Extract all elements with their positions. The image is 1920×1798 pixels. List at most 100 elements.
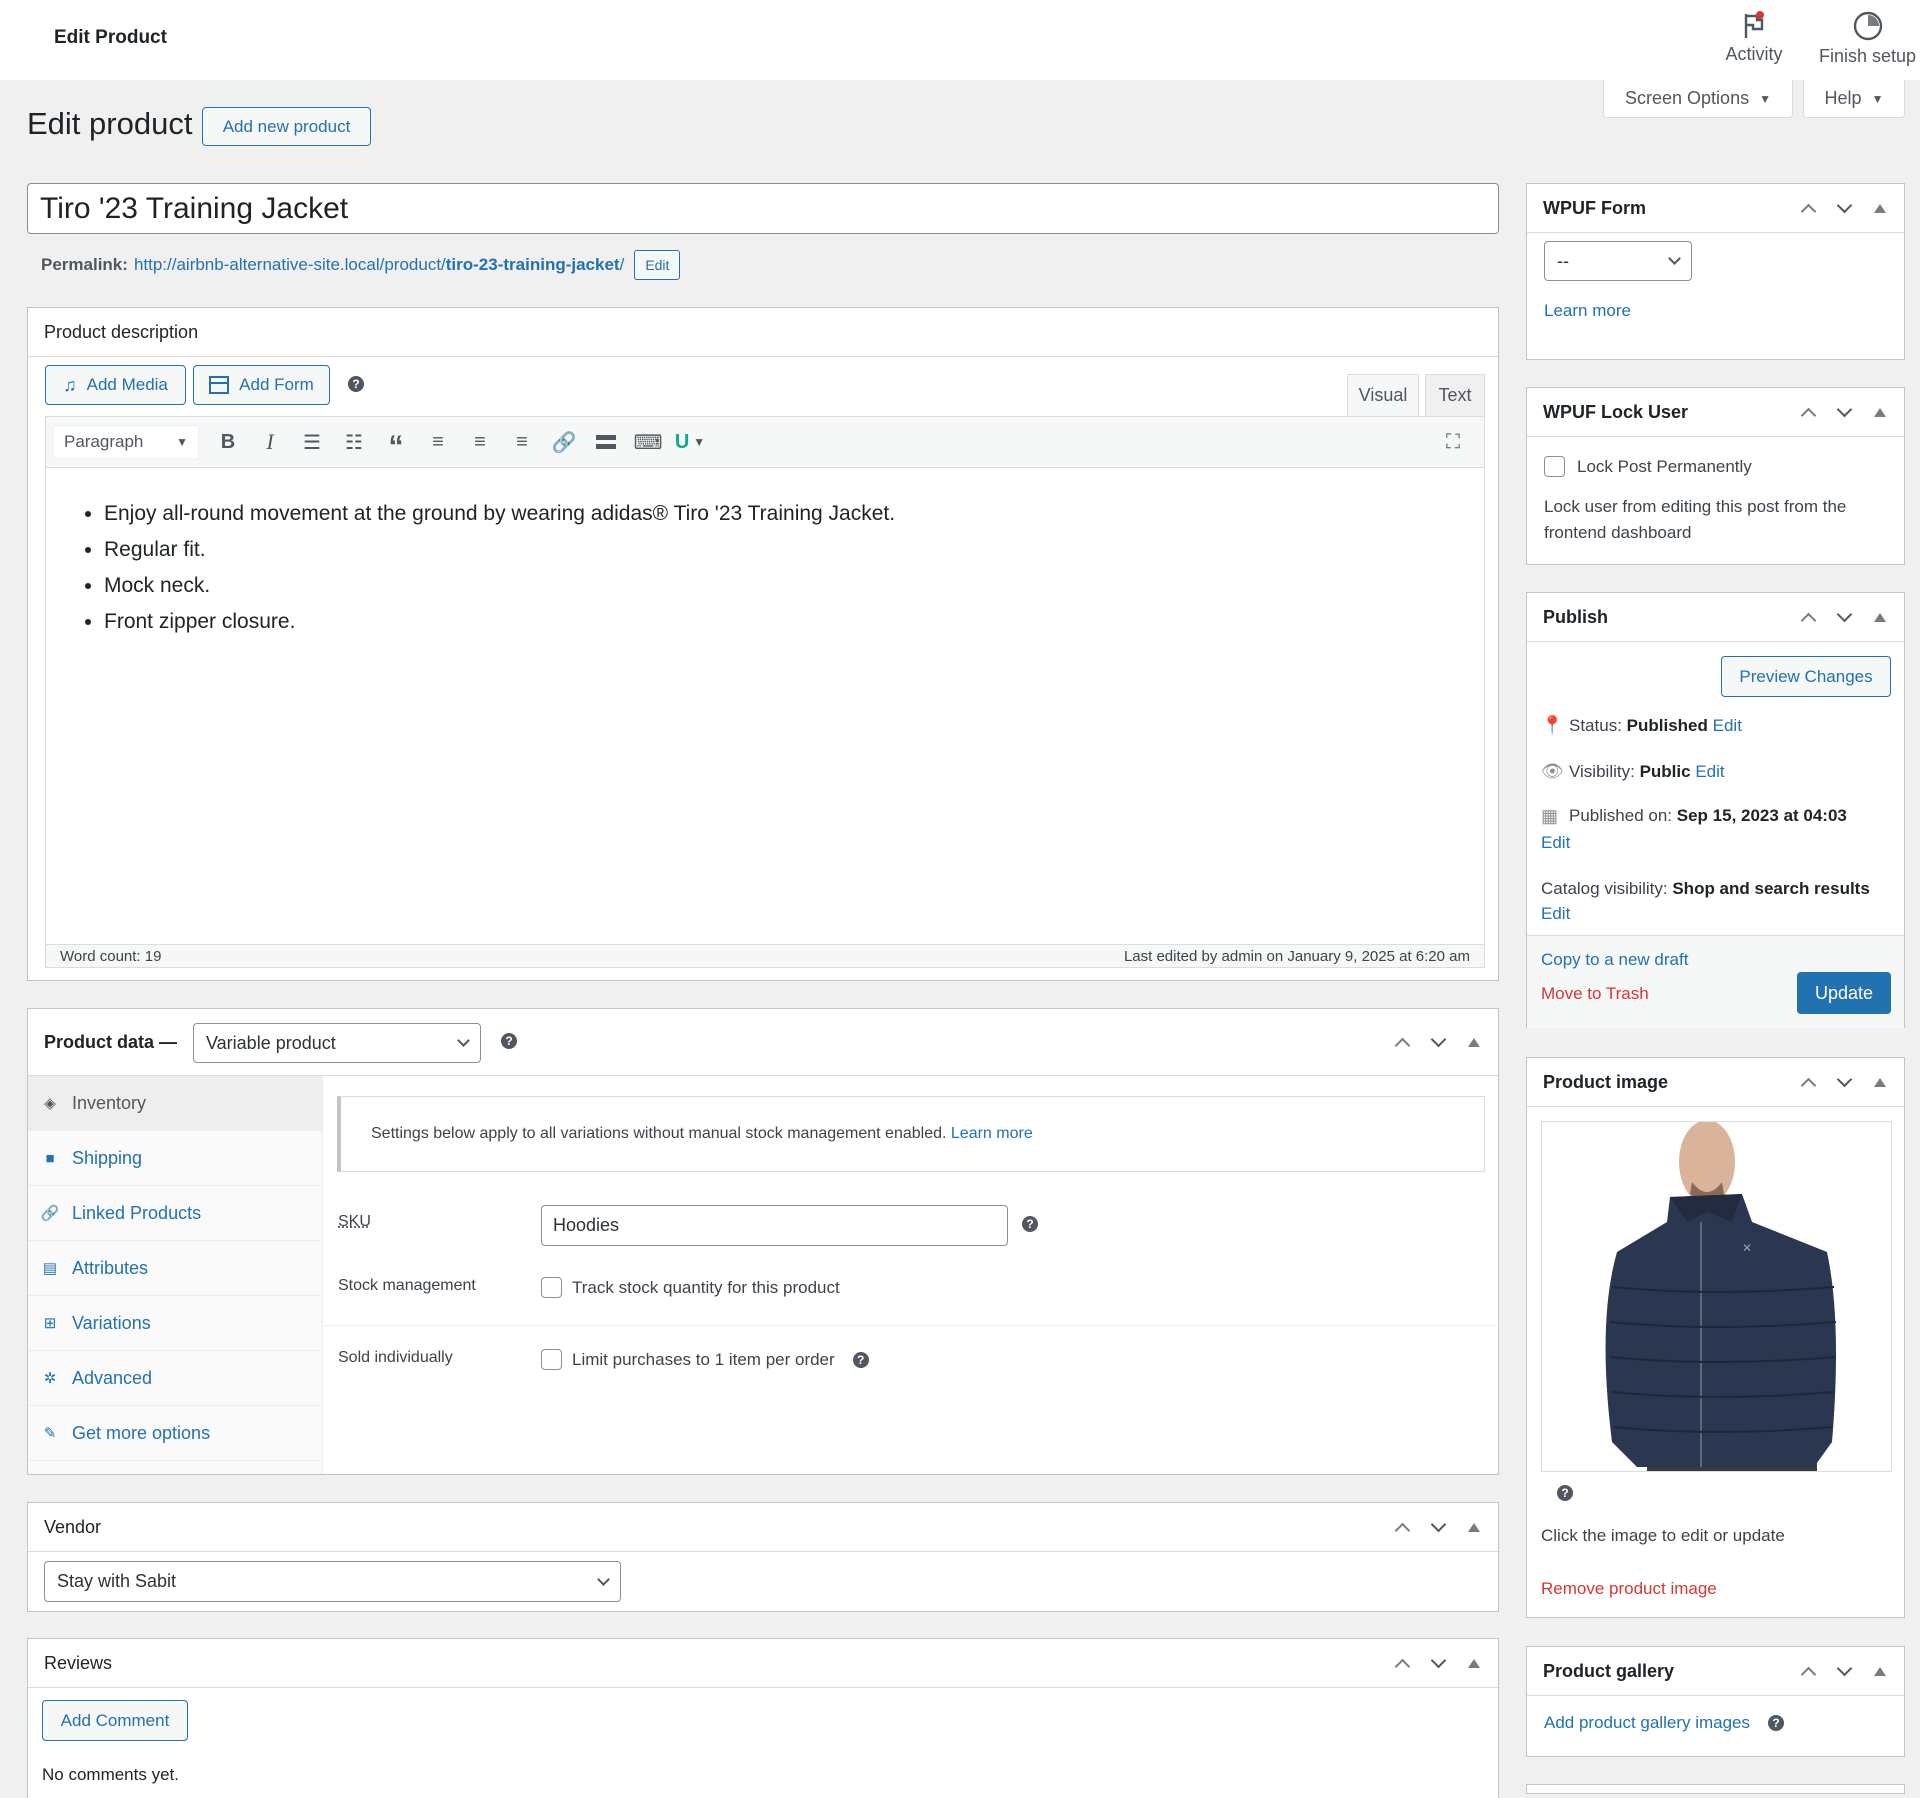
editor-content[interactable]: Enjoy all-round movement at the ground b… bbox=[45, 468, 1485, 944]
move-down-button[interactable] bbox=[1428, 1516, 1448, 1538]
tab-visual[interactable]: Visual bbox=[1347, 374, 1419, 416]
box-controls bbox=[1392, 1503, 1484, 1552]
visibility-row: 👁 Visibility: Public Edit bbox=[1541, 761, 1725, 782]
toggle-panel-button[interactable] bbox=[1870, 199, 1890, 219]
format-select[interactable]: Paragraph ▼ bbox=[53, 425, 199, 459]
move-up-button[interactable] bbox=[1392, 1518, 1412, 1539]
link-icon[interactable]: 🔗 bbox=[543, 422, 585, 462]
wpuf-form-select[interactable]: -- bbox=[1544, 241, 1692, 281]
tab-variations[interactable]: ⊞ Variations bbox=[28, 1296, 322, 1351]
bold-icon[interactable]: B bbox=[207, 422, 249, 462]
wpuf-learn-more-link[interactable]: Learn more bbox=[1544, 301, 1631, 321]
move-up-button[interactable] bbox=[1798, 1073, 1818, 1094]
publish-header: Publish bbox=[1527, 593, 1904, 642]
move-up-button[interactable] bbox=[1392, 1033, 1412, 1054]
catalog-edit-link[interactable]: Edit bbox=[1541, 904, 1570, 923]
add-media-button[interactable]: ♫ Add Media bbox=[45, 365, 186, 405]
tab-advanced[interactable]: ✲ Advanced bbox=[28, 1351, 322, 1406]
add-comment-button[interactable]: Add Comment bbox=[42, 1700, 188, 1741]
tab-linked-products[interactable]: 🔗 Linked Products bbox=[28, 1186, 322, 1241]
move-down-button[interactable] bbox=[1834, 606, 1854, 628]
sold-individually-checkbox[interactable] bbox=[541, 1349, 562, 1370]
vendor-select[interactable]: Stay with Sabit bbox=[44, 1561, 621, 1602]
move-up-button[interactable] bbox=[1798, 1662, 1818, 1683]
box-controls bbox=[1798, 388, 1890, 437]
screen-options-button[interactable]: Screen Options ▼ bbox=[1603, 80, 1793, 118]
tab-inventory[interactable]: ◈ Inventory bbox=[28, 1076, 322, 1131]
bullet-list-icon[interactable]: ☰ bbox=[291, 422, 333, 462]
preview-changes-button[interactable]: Preview Changes bbox=[1721, 656, 1891, 697]
align-left-icon[interactable]: ≡ bbox=[417, 422, 459, 462]
form-table-icon bbox=[209, 376, 230, 394]
magnet-icon[interactable]: U ▼ bbox=[669, 422, 711, 462]
align-right-icon[interactable]: ≡ bbox=[501, 422, 543, 462]
add-gallery-images-link[interactable]: Add product gallery images bbox=[1544, 1713, 1750, 1733]
chevron-down-icon bbox=[1836, 1071, 1852, 1088]
finish-setup-button[interactable]: Finish setup bbox=[1815, 10, 1920, 67]
product-type-select[interactable]: Variable product bbox=[193, 1023, 481, 1063]
toggle-panel-button[interactable] bbox=[1464, 1654, 1484, 1674]
move-up-button[interactable] bbox=[1798, 608, 1818, 629]
keyboard-icon[interactable]: ⌨ bbox=[627, 422, 669, 462]
wpuf-form-title: WPUF Form bbox=[1543, 197, 1646, 218]
help-icon[interactable]: ? bbox=[1022, 1216, 1038, 1232]
help-icon[interactable]: ? bbox=[348, 376, 364, 392]
visibility-edit-link[interactable]: Edit bbox=[1695, 762, 1724, 781]
lock-post-checkbox[interactable] bbox=[1544, 456, 1565, 477]
toggle-panel-button[interactable] bbox=[1870, 403, 1890, 423]
chevron-down-icon bbox=[1836, 606, 1852, 623]
tab-attributes[interactable]: ▤ Attributes bbox=[28, 1241, 322, 1296]
tab-get-more-options[interactable]: ✎ Get more options bbox=[28, 1406, 322, 1461]
tab-shipping[interactable]: ■ Shipping bbox=[28, 1131, 322, 1186]
help-icon[interactable]: ? bbox=[852, 1351, 869, 1368]
tab-label: Get more options bbox=[72, 1422, 211, 1443]
toggle-panel-button[interactable] bbox=[1464, 1518, 1484, 1538]
permalink-base: http://airbnb-alternative-site.local/pro… bbox=[133, 255, 446, 274]
toggle-panel-button[interactable] bbox=[1870, 1662, 1890, 1682]
toggle-panel-button[interactable] bbox=[1870, 1073, 1890, 1093]
help-icon[interactable]: ? bbox=[1768, 1715, 1785, 1731]
stock-management-checkbox[interactable] bbox=[541, 1277, 562, 1298]
copy-to-draft-link[interactable]: Copy to a new draft bbox=[1541, 950, 1688, 970]
move-down-button[interactable] bbox=[1834, 1071, 1854, 1093]
move-to-trash-link[interactable]: Move to Trash bbox=[1541, 984, 1649, 1004]
update-button[interactable]: Update bbox=[1797, 972, 1891, 1014]
product-data-label: Product data — bbox=[44, 1031, 178, 1052]
remove-product-image-link[interactable]: Remove product image bbox=[1541, 1579, 1717, 1599]
sku-input[interactable] bbox=[541, 1205, 1008, 1246]
activity-button[interactable]: Activity bbox=[1721, 10, 1787, 65]
numbered-list-icon[interactable]: ☷ bbox=[333, 422, 375, 462]
help-icon[interactable]: ? bbox=[1557, 1485, 1573, 1501]
align-center-icon[interactable]: ≡ bbox=[459, 422, 501, 462]
blockquote-icon[interactable]: “ bbox=[375, 422, 417, 463]
published-on-edit-link[interactable]: Edit bbox=[1541, 833, 1570, 853]
move-down-button[interactable] bbox=[1428, 1031, 1448, 1053]
read-more-icon[interactable] bbox=[585, 422, 627, 462]
italic-icon[interactable]: I bbox=[249, 422, 291, 462]
product-image-thumbnail[interactable]: ✕ bbox=[1541, 1121, 1892, 1472]
add-form-button[interactable]: Add Form bbox=[193, 365, 330, 405]
move-up-button[interactable] bbox=[1798, 403, 1818, 424]
permalink-edit-button[interactable]: Edit bbox=[634, 250, 681, 280]
status-edit-link[interactable]: Edit bbox=[1713, 716, 1742, 735]
help-icon[interactable]: ? bbox=[501, 1033, 517, 1049]
notice-learn-more-link[interactable]: Learn more bbox=[951, 1125, 1033, 1143]
plugin-icon: ✎ bbox=[43, 1425, 57, 1442]
toggle-panel-button[interactable] bbox=[1464, 1033, 1484, 1053]
status-value: Published bbox=[1626, 715, 1708, 735]
tab-text[interactable]: Text bbox=[1425, 374, 1485, 416]
post-title-input[interactable] bbox=[27, 183, 1499, 234]
move-up-button[interactable] bbox=[1798, 199, 1818, 220]
move-down-button[interactable] bbox=[1834, 401, 1854, 423]
help-button[interactable]: Help ▼ bbox=[1803, 80, 1905, 118]
move-up-button[interactable] bbox=[1392, 1654, 1412, 1675]
product-data-box: Product data — Variable product ? ◈ Inven… bbox=[27, 1008, 1499, 1475]
product-image-title: Product image bbox=[1543, 1071, 1669, 1092]
toggle-panel-button[interactable] bbox=[1870, 608, 1890, 628]
move-down-button[interactable] bbox=[1428, 1652, 1448, 1674]
move-down-button[interactable] bbox=[1834, 197, 1854, 219]
permalink-link[interactable]: http://airbnb-alternative-site.local/pro… bbox=[134, 255, 624, 275]
fullscreen-icon[interactable]: ⛶ bbox=[1432, 422, 1474, 462]
move-down-button[interactable] bbox=[1834, 1660, 1854, 1682]
add-new-product-button[interactable]: Add new product bbox=[202, 107, 371, 146]
